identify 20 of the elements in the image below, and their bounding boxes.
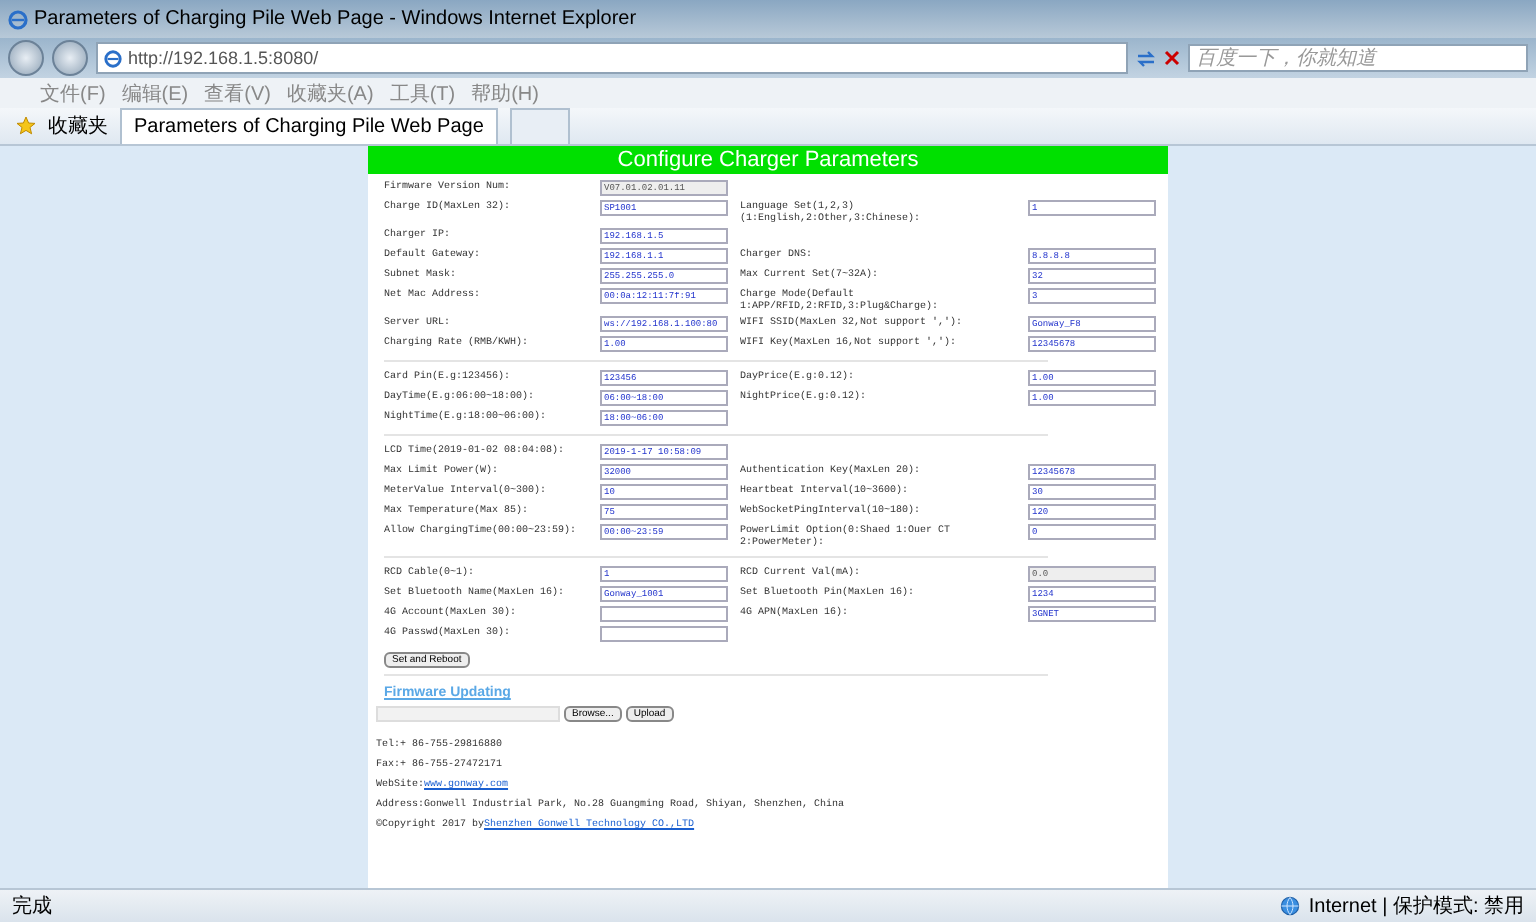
status-text: 完成 <box>12 893 52 920</box>
input-field[interactable] <box>600 606 728 622</box>
file-field[interactable] <box>376 706 560 722</box>
star-icon[interactable] <box>16 116 36 136</box>
favorites-button[interactable]: 收藏夹 <box>48 112 108 140</box>
input-field[interactable] <box>600 626 728 642</box>
browser-tab[interactable] <box>509 108 570 144</box>
page-header: Configure Charger Parameters <box>368 146 1168 174</box>
forward-button[interactable] <box>52 40 88 76</box>
browser-tab[interactable]: Parameters of Charging Pile Web Page <box>120 108 498 144</box>
zone-text: Internet | 保护模式: 禁用 <box>1308 893 1524 920</box>
browser-logo-icon <box>8 9 28 29</box>
globe-icon <box>1280 896 1301 916</box>
back-button[interactable] <box>8 40 44 76</box>
address-field[interactable]: http://192.168.1.5:8080/ <box>96 42 1128 74</box>
search-field[interactable]: 百度一下，你就知道 <box>1188 44 1528 72</box>
window-title: Parameters of Charging Pile Web Page - Windows Internet Explorer <box>34 8 637 30</box>
page-icon <box>104 49 122 67</box>
close-icon[interactable] <box>1164 50 1180 66</box>
refresh-icon[interactable] <box>1136 49 1156 67</box>
